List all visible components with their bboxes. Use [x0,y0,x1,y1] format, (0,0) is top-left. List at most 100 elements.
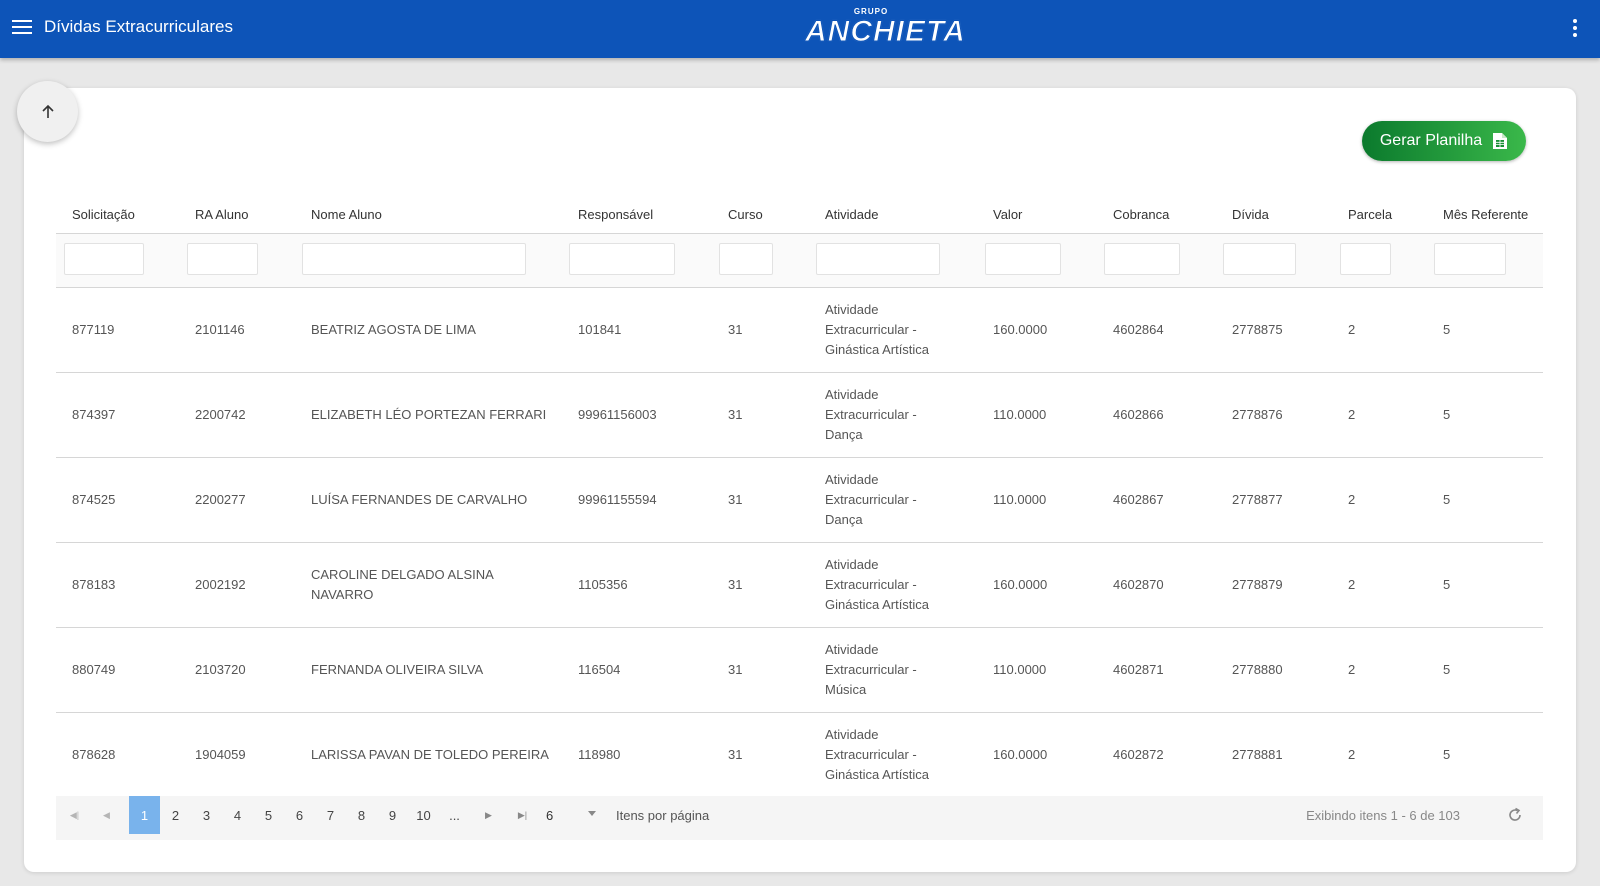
cell-parcela: 2 [1348,577,1356,592]
cell-mes: 5 [1443,577,1451,592]
filter-atividade-input[interactable] [816,243,940,275]
col-header-curso[interactable]: Curso [728,196,763,233]
cell-responsavel: 118980 [578,747,621,762]
cell-nome: ELIZABETH LÉO PORTEZAN FERRARI [311,407,547,422]
cell-mes: 5 [1443,492,1451,507]
col-header-mes-referente[interactable]: Mês Referente [1443,196,1528,233]
page-10[interactable]: 10 [408,796,439,834]
anchieta-logo: GRUPO ANCHIETA [805,5,966,51]
arrow-up-icon [41,104,54,118]
cell-solicitacao: 880749 [72,662,116,677]
filter-mes-referente-input[interactable] [1434,243,1506,275]
cell-solicitacao: 874525 [72,492,116,507]
spreadsheet-file-icon [1493,133,1508,149]
cell-cobranca: 4602871 [1113,662,1164,677]
refresh-icon[interactable] [1506,806,1524,824]
col-header-responsavel[interactable]: Responsável [578,196,653,233]
page-4[interactable]: 4 [222,796,253,834]
cell-valor: 160.0000 [993,322,1048,337]
cell-ra: 2103720 [195,662,246,677]
page-2[interactable]: 2 [160,796,191,834]
cell-responsavel: 99961155594 [578,492,657,507]
cell-valor: 160.0000 [993,577,1048,592]
cell-curso: 31 [728,662,743,677]
cell-curso: 31 [728,747,743,762]
items-per-page-value: 6 [546,807,554,823]
cell-divida: 2778881 [1232,747,1283,762]
cell-atividade: Atividade Extracurricular - Música [825,642,917,697]
cell-valor: 110.0000 [993,407,1047,422]
cell-solicitacao: 878628 [72,747,116,762]
cell-atividade: Atividade Extracurricular - Dança [825,472,917,527]
table-row[interactable]: 880749 2103720 FERNANDA OLIVEIRA SILVA 1165… [56,628,1543,713]
col-header-atividade[interactable]: Atividade [825,196,878,233]
logo-brand-text: ANCHIETA [805,15,966,49]
col-header-parcela[interactable]: Parcela [1348,196,1392,233]
page-1[interactable]: 1 [129,796,160,834]
page-7[interactable]: 7 [315,796,346,834]
cell-valor: 110.0000 [993,492,1047,507]
filter-cobranca-input[interactable] [1104,243,1180,275]
page-6[interactable]: 6 [284,796,315,834]
cell-parcela: 2 [1348,322,1356,337]
page-8[interactable]: 8 [346,796,377,834]
cell-mes: 5 [1443,662,1451,677]
table-row[interactable]: 878628 1904059 LARISSA PAVAN DE TOLEDO PER… [56,713,1543,798]
page-3[interactable]: 3 [191,796,222,834]
filter-parcela-input[interactable] [1340,243,1391,275]
cell-parcela: 2 [1348,662,1356,677]
filter-valor-input[interactable] [985,243,1061,275]
col-header-ra-aluno[interactable]: RA Aluno [195,196,249,233]
cell-curso: 31 [728,322,743,337]
cell-nome: FERNANDA OLIVEIRA SILVA [311,662,484,677]
filter-divida-input[interactable] [1223,243,1296,275]
chevron-down-icon[interactable] [588,811,596,816]
prev-page-icon[interactable]: ◀ [91,796,122,834]
cell-cobranca: 4602866 [1113,407,1164,422]
cell-divida: 2778880 [1232,662,1283,677]
cell-ra: 1904059 [195,747,246,762]
generate-spreadsheet-button[interactable]: Gerar Planilha [1362,121,1526,161]
first-page-icon[interactable]: ◀| [59,796,90,834]
last-page-icon[interactable]: ▶| [507,796,538,834]
table-row[interactable]: 874525 2200277 LUÍSA FERNANDES DE CARVALHO… [56,458,1543,543]
scroll-top-button[interactable] [17,81,78,142]
col-header-nome-aluno[interactable]: Nome Aluno [311,196,382,233]
col-header-solicitacao[interactable]: Solicitação [72,196,135,233]
table-row[interactable]: 874397 2200742 ELIZABETH LÉO PORTEZAN FERR… [56,373,1543,458]
cell-nome: BEATRIZ AGOSTA DE LIMA [311,322,476,337]
filter-nome-aluno-input[interactable] [302,243,526,275]
cell-nome: LARISSA PAVAN DE TOLEDO PEREIRA [311,747,549,762]
cell-nome: LUÍSA FERNANDES DE CARVALHO [311,492,528,507]
filter-ra-aluno-input[interactable] [187,243,258,275]
cell-cobranca: 4602872 [1113,747,1164,762]
page-9[interactable]: 9 [377,796,408,834]
cell-solicitacao: 874397 [72,407,116,422]
cell-solicitacao: 877119 [72,322,115,337]
filter-responsavel-input[interactable] [569,243,675,275]
col-header-valor[interactable]: Valor [993,196,1022,233]
cell-ra: 2002192 [195,577,246,592]
cell-solicitacao: 878183 [72,577,116,592]
next-page-icon[interactable]: ▶ [473,796,504,834]
cell-parcela: 2 [1348,407,1356,422]
cell-mes: 5 [1443,322,1451,337]
table-row[interactable]: 877119 2101146 BEATRIZ AGOSTA DE LIMA 10184… [56,288,1543,373]
cell-curso: 31 [728,577,743,592]
filter-solicitacao-input[interactable] [64,243,144,275]
table-row[interactable]: 878183 2002192 CAROLINE DELGADO ALSINA NAV… [56,543,1543,628]
col-header-cobranca[interactable]: Cobranca [1113,196,1169,233]
page-ellipsis[interactable]: ... [439,796,470,834]
cell-atividade: Atividade Extracurricular - Dança [825,387,917,442]
cell-cobranca: 4602870 [1113,577,1164,592]
page-5[interactable]: 5 [253,796,284,834]
col-header-divida[interactable]: Dívida [1232,196,1269,233]
cell-divida: 2778876 [1232,407,1283,422]
more-vert-icon[interactable] [1570,19,1580,37]
items-per-page-label: Itens por página [616,807,710,823]
pagination-bar: ◀| ◀ 1 2 3 4 5 6 7 8 9 10... ▶ ▶| 6 Itens por pág… [56,796,1543,840]
menu-icon[interactable] [12,20,32,36]
cell-atividade: Atividade Extracurricular - Ginástica Ar… [825,557,930,612]
cell-responsavel: 101841 [578,322,622,337]
filter-curso-input[interactable] [719,243,773,275]
